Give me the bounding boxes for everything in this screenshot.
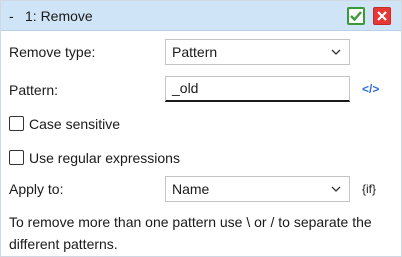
close-button[interactable]	[373, 7, 391, 25]
apply-to-select[interactable]: Name	[165, 176, 350, 202]
help-text: To remove more than one pattern use \ or…	[9, 214, 372, 252]
collapse-toggle[interactable]: -	[9, 7, 21, 25]
close-icon	[377, 11, 387, 21]
regex-checkbox[interactable]	[9, 150, 24, 165]
remove-type-value: Pattern	[172, 44, 218, 60]
case-sensitive-label: Case sensitive	[29, 116, 121, 132]
check-icon	[350, 11, 362, 22]
apply-to-value: Name	[172, 181, 210, 197]
pattern-input[interactable]: _old	[165, 76, 350, 102]
remove-rule-panel: - 1: Remove Remove type: Pattern Pattern…	[0, 0, 402, 257]
chevron-down-icon	[331, 49, 341, 55]
code-icon[interactable]: </>	[362, 79, 379, 99]
pattern-label: Pattern:	[9, 82, 59, 98]
if-condition-button[interactable]: {if}	[362, 179, 376, 199]
remove-type-label: Remove type:	[9, 44, 96, 60]
panel-header: - 1: Remove	[1, 1, 401, 31]
confirm-button[interactable]	[347, 7, 365, 25]
apply-to-label: Apply to:	[9, 181, 64, 197]
panel-title: 1: Remove	[25, 8, 93, 24]
pattern-value: _old	[172, 80, 199, 96]
remove-type-select[interactable]: Pattern	[165, 39, 350, 65]
chevron-down-icon	[331, 186, 341, 192]
regex-label: Use regular expressions	[29, 150, 180, 166]
case-sensitive-checkbox[interactable]	[9, 116, 24, 131]
